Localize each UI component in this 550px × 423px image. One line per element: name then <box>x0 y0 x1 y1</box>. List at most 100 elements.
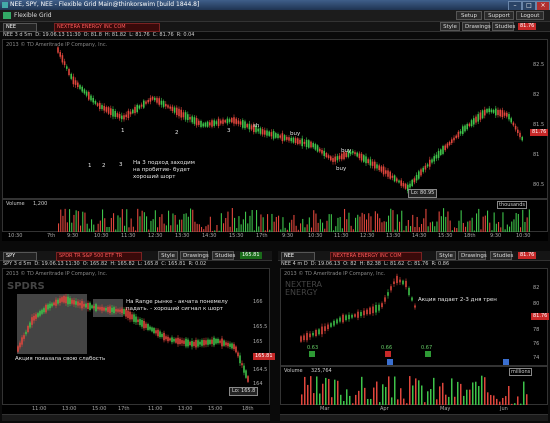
right-vol-bar <box>394 376 396 406</box>
right-studies-button[interactable]: Studies <box>490 251 513 260</box>
top-vol-bar <box>355 217 357 233</box>
left-style-button[interactable]: Style <box>158 251 178 260</box>
right-candle <box>408 287 410 296</box>
top-vol-bar <box>368 213 370 233</box>
left-low-label: Lo: 165.8 <box>229 387 259 396</box>
left-candle <box>193 341 195 346</box>
left-candle <box>29 322 31 328</box>
left-candle <box>37 313 39 317</box>
top-candle <box>77 82 79 88</box>
left-candle <box>89 302 91 311</box>
top-candle <box>305 139 308 147</box>
top-candle <box>127 110 130 119</box>
right-vol-bar <box>466 389 468 406</box>
left-candle <box>107 307 109 312</box>
right-drawings-button[interactable]: Drawings <box>458 251 487 260</box>
logout-button[interactable]: Logout <box>516 11 544 20</box>
right-style-button[interactable]: Style <box>436 251 456 260</box>
support-button[interactable]: Support <box>484 11 514 20</box>
left-studies-button[interactable]: Studies <box>212 251 235 260</box>
top-vol-bar <box>370 216 372 233</box>
top-vol-bar <box>139 216 141 233</box>
top-vol-bar <box>82 211 84 233</box>
top-vol-bar <box>293 214 295 233</box>
top-candle <box>193 117 196 124</box>
dividend-icon-1[interactable] <box>309 351 315 357</box>
setup-button[interactable]: Setup <box>456 11 482 20</box>
left-candle <box>179 338 181 345</box>
left-candle <box>121 308 123 314</box>
left-candle <box>189 341 191 346</box>
top-candle <box>475 116 477 123</box>
dividend-icon-2[interactable] <box>425 351 431 357</box>
right-time-axis: Mar Apr May Jun <box>280 405 548 414</box>
left-candle <box>221 338 223 347</box>
right-scrollbar[interactable] <box>280 414 548 421</box>
right-candles <box>300 273 416 343</box>
left-drawings-button[interactable]: Drawings <box>180 251 209 260</box>
right-candle <box>336 319 338 324</box>
top-candle <box>371 161 374 166</box>
top-vol-bar <box>126 209 128 233</box>
top-vol-bar <box>412 214 414 233</box>
earnings-icon-2[interactable] <box>503 359 509 365</box>
left-candle <box>199 341 201 345</box>
left-price-chart[interactable]: 2013 © TD Ameritrade IP Company, Inc. SP… <box>2 268 275 405</box>
top-candle <box>231 118 233 123</box>
top-studies-button[interactable]: Studies <box>492 22 515 31</box>
top-candle <box>66 66 68 69</box>
top-vol-bar <box>192 209 194 233</box>
grid-icon[interactable] <box>3 12 11 19</box>
top-candle <box>444 145 446 151</box>
top-candle <box>156 97 158 103</box>
left-time-0: 11:00 <box>32 406 47 412</box>
right-candle <box>381 303 383 308</box>
top-vol-bar <box>337 217 339 233</box>
top-candle <box>132 109 134 114</box>
top-drawings-button[interactable]: Drawings <box>462 22 491 31</box>
top-time-11: 10:30 <box>308 233 323 239</box>
top-candle <box>92 97 94 103</box>
wave-label-3b: 3 <box>227 128 231 134</box>
left-candle <box>63 296 65 303</box>
top-price-chart[interactable]: 2013 © TD Ameritrade IP Company, Inc. На… <box>2 39 549 199</box>
left-scrollbar[interactable] <box>2 414 270 421</box>
top-candle <box>363 155 365 162</box>
top-vol-bar <box>168 210 170 233</box>
top-candle <box>283 135 286 141</box>
top-candle <box>167 105 169 108</box>
left-candle <box>81 301 83 309</box>
left-candle <box>77 301 79 306</box>
top-vol-bar <box>487 210 489 233</box>
top-vol-bar <box>526 217 528 233</box>
right-price-chart[interactable]: 2013 © TD Ameritrade IP Company, Inc. NE… <box>280 268 550 366</box>
top-candle <box>72 76 75 85</box>
top-vol-bar <box>282 217 284 233</box>
top-candle <box>380 166 383 172</box>
left-candle <box>241 363 243 366</box>
right-vol-bar <box>475 381 477 406</box>
left-time-5: 13:00 <box>178 406 193 412</box>
right-candle <box>324 326 326 331</box>
top-candle <box>138 105 141 109</box>
top-candle <box>107 107 110 114</box>
menubar: Flexible Grid Setup Support Logout <box>0 10 550 22</box>
left-candle <box>181 340 183 344</box>
right-time-0: Mar <box>320 406 330 412</box>
top-axis-2: 82 <box>533 92 540 98</box>
event-value-2: 0.66 <box>381 345 393 351</box>
top-style-button[interactable]: Style <box>440 22 460 31</box>
top-vol-bar <box>517 213 519 233</box>
top-candle <box>169 106 171 109</box>
left-candle <box>83 303 85 307</box>
top-candle <box>162 101 165 107</box>
top-vol-bar <box>256 210 258 233</box>
top-vol-bar <box>493 212 495 233</box>
event-icon-1[interactable] <box>385 351 391 357</box>
left-range-note: На Range рынке - акчата понемелу падать.… <box>126 299 228 312</box>
top-candle <box>294 138 297 144</box>
top-candle <box>314 144 317 150</box>
top-candle <box>501 110 504 118</box>
earnings-icon-1[interactable] <box>387 359 393 365</box>
top-vol-bar <box>137 208 139 233</box>
